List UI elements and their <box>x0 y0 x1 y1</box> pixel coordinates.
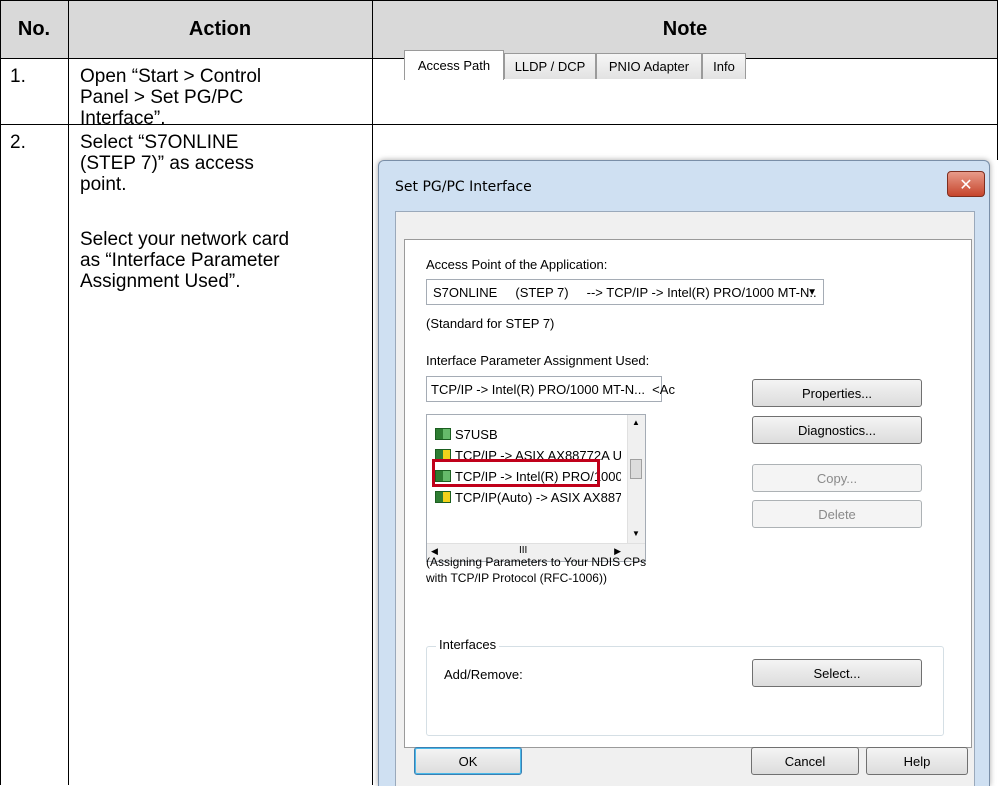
chevron-down-icon: ▼ <box>807 287 817 298</box>
add-remove-label: Add/Remove: <box>444 667 523 682</box>
description-line2: with TCP/IP Protocol (RFC-1006)) <box>426 571 607 585</box>
selection-highlight <box>432 459 600 487</box>
help-button[interactable]: Help <box>866 747 968 775</box>
access-point-label: Access Point of the Application: <box>426 257 608 272</box>
diagnostics-button[interactable]: Diagnostics... <box>752 416 922 444</box>
param-assignment-value: TCP/IP -> Intel(R) PRO/1000 MT-N... <Ac <box>431 381 675 397</box>
access-point-select[interactable]: S7ONLINE (STEP 7) --> TCP/IP -> Intel(R)… <box>426 279 824 305</box>
access-point-note: (Standard for STEP 7) <box>426 316 555 331</box>
properties-button[interactable]: Properties... <box>752 379 922 407</box>
description-line1: (Assigning Parameters to Your NDIS CPs <box>426 555 647 569</box>
param-assignment-label: Interface Parameter Assignment Used: <box>426 353 650 368</box>
interfaces-group-label: Interfaces <box>436 637 500 652</box>
access-point-value: S7ONLINE (STEP 7) --> TCP/IP -> Intel(R)… <box>433 284 817 300</box>
select-interfaces-button[interactable]: Select... <box>752 659 922 687</box>
copy-button[interactable]: Copy... <box>752 464 922 492</box>
cancel-button[interactable]: Cancel <box>751 747 859 775</box>
param-assignment-field[interactable]: TCP/IP -> Intel(R) PRO/1000 MT-N... <Ac <box>426 376 675 402</box>
delete-button[interactable]: Delete <box>752 500 922 528</box>
ok-button[interactable]: OK <box>414 747 522 775</box>
